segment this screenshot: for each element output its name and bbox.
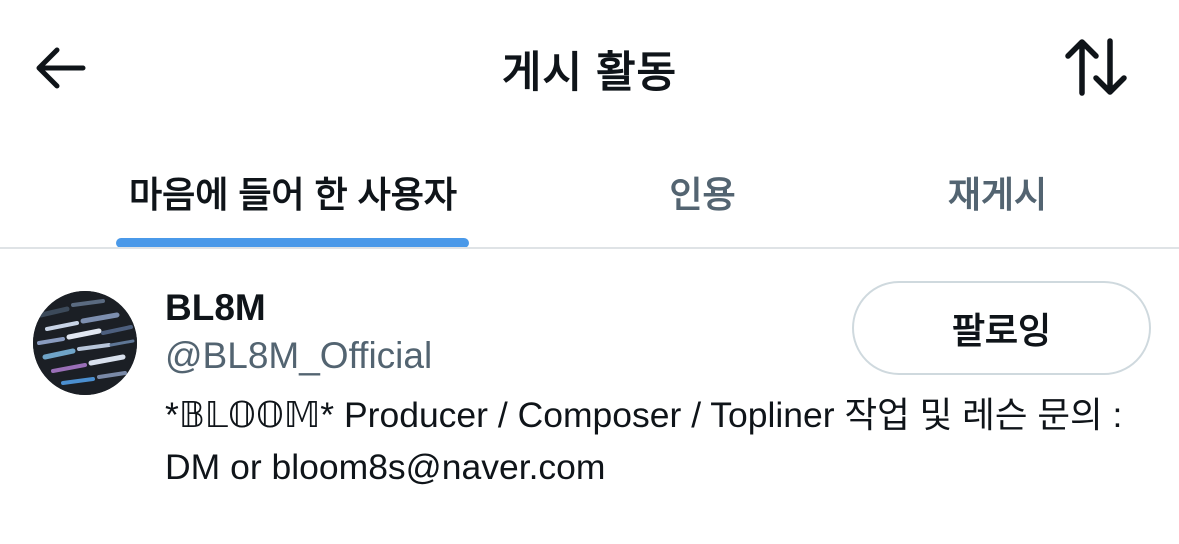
avatar[interactable] bbox=[33, 291, 137, 395]
top-bar: 게시 활동 bbox=[0, 0, 1179, 136]
tab-bar: 마음에 들어 한 사용자 인용 재게시 bbox=[0, 136, 1179, 248]
user-handle[interactable]: @BL8M_Official bbox=[165, 335, 432, 377]
sort-button[interactable] bbox=[1060, 34, 1132, 100]
tab-quotes[interactable]: 인용 bbox=[600, 136, 805, 248]
following-button[interactable]: 팔로잉 bbox=[852, 281, 1151, 375]
user-bio: *𝔹𝕃𝕆𝕆𝕄* Producer / Composer / Topliner 작… bbox=[165, 395, 1123, 487]
user-list-item[interactable]: BL8M @BL8M_Official 팔로잉 *𝔹𝕃𝕆𝕆𝕄* Producer… bbox=[0, 249, 1179, 544]
tab-liked-by[interactable]: 마음에 들어 한 사용자 bbox=[80, 136, 506, 248]
user-display-name[interactable]: BL8M bbox=[165, 287, 266, 329]
tab-reposts[interactable]: 재게시 bbox=[895, 136, 1100, 248]
page-title: 게시 활동 bbox=[501, 49, 678, 97]
sort-arrows-icon bbox=[1065, 38, 1127, 96]
